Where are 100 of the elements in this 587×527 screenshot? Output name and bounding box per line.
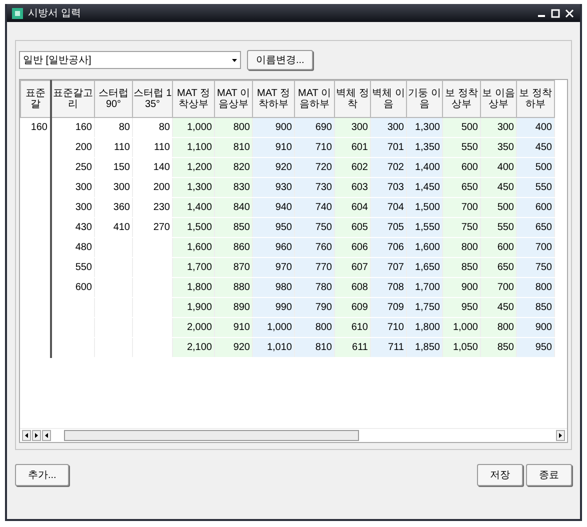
table-cell: 770 <box>294 258 334 278</box>
table-cell: 1,200 <box>172 158 214 178</box>
maximize-icon[interactable] <box>551 8 560 18</box>
column-header[interactable]: MAT 이음하부 <box>294 80 334 118</box>
table-cell: 1,000 <box>172 118 214 138</box>
table-cell: 900 <box>516 318 554 338</box>
table-cell: 960 <box>252 238 294 258</box>
column-header[interactable]: 보 정착하부 <box>516 80 554 118</box>
scroll-right-button[interactable] <box>556 430 565 441</box>
table-cell <box>50 298 94 318</box>
close-icon[interactable] <box>565 8 574 18</box>
scroll-thumb[interactable] <box>64 430 359 441</box>
table-cell: 700 <box>480 278 516 298</box>
table-cell: 730 <box>294 178 334 198</box>
table-cell: 701 <box>370 138 406 158</box>
table-cell: 1,600 <box>406 238 442 258</box>
column-header[interactable]: 벽체 이음 <box>370 80 406 118</box>
table-cell: 610 <box>334 318 370 338</box>
table-cell: 850 <box>516 298 554 318</box>
table-cell: 690 <box>294 118 334 138</box>
scroll-left-button[interactable] <box>42 430 51 441</box>
table-cell: 800 <box>214 118 252 138</box>
table-cell: 601 <box>334 138 370 158</box>
table-cell: 700 <box>442 198 480 218</box>
table-cell: 740 <box>294 198 334 218</box>
table-cell: 650 <box>442 178 480 198</box>
table-cell: 150 <box>94 158 132 178</box>
table-cell: 760 <box>294 238 334 258</box>
table-cell: 1,400 <box>172 198 214 218</box>
table-cell: 1,600 <box>172 238 214 258</box>
table-cell: 890 <box>214 298 252 318</box>
column-header[interactable]: 보 이음상부 <box>480 80 516 118</box>
table-cell: 1,300 <box>172 178 214 198</box>
table-cell: 711 <box>370 338 406 358</box>
table-cell: 709 <box>370 298 406 318</box>
table-cell: 710 <box>294 138 334 158</box>
column-header[interactable]: MAT 정착하부 <box>252 80 294 118</box>
table-cell: 700 <box>516 238 554 258</box>
table-cell: 1,700 <box>406 278 442 298</box>
save-button[interactable]: 저장 <box>477 464 523 486</box>
table-cell: 550 <box>516 178 554 198</box>
table-cell: 609 <box>334 298 370 318</box>
table-cell: 1,000 <box>252 318 294 338</box>
table-cell: 1,900 <box>172 298 214 318</box>
caret-icon <box>232 58 237 62</box>
column-header[interactable]: 표준갈 <box>20 80 50 118</box>
table-cell: 2,100 <box>172 338 214 358</box>
table-cell: 500 <box>516 158 554 178</box>
table-cell: 810 <box>214 138 252 158</box>
table-cell: 350 <box>480 138 516 158</box>
table-cell: 300 <box>334 118 370 138</box>
table-cell: 300 <box>370 118 406 138</box>
table-cell: 450 <box>480 298 516 318</box>
table-cell: 704 <box>370 198 406 218</box>
column-header[interactable]: MAT 정착상부 <box>172 80 214 118</box>
table-cell: 850 <box>480 338 516 358</box>
table-cell: 550 <box>480 218 516 238</box>
preset-dropdown[interactable]: 일반 [일반공사] <box>19 51 241 69</box>
add-button[interactable]: 추가... <box>15 464 70 486</box>
close-button[interactable]: 종료 <box>526 464 572 486</box>
table-cell: 810 <box>294 338 334 358</box>
scroll-right-button[interactable] <box>32 430 41 441</box>
table-cell: 1,400 <box>406 158 442 178</box>
table-cell: 950 <box>442 298 480 318</box>
table-cell: 860 <box>214 238 252 258</box>
table-cell: 500 <box>480 198 516 218</box>
table-cell: 990 <box>252 298 294 318</box>
table-cell: 1,800 <box>406 318 442 338</box>
table-cell: 550 <box>442 138 480 158</box>
column-header[interactable]: 스터럽 90° <box>94 80 132 118</box>
table-cell: 910 <box>252 138 294 158</box>
column-header[interactable]: 기둥 이음 <box>406 80 442 118</box>
column-header[interactable]: 스터럽 135° <box>132 80 172 118</box>
table-cell: 830 <box>214 178 252 198</box>
table-cell: 1,300 <box>406 118 442 138</box>
table-cell: 900 <box>442 278 480 298</box>
table-cell: 200 <box>50 138 94 158</box>
table-cell: 400 <box>480 158 516 178</box>
table-cell: 750 <box>442 218 480 238</box>
table-cell: 980 <box>252 278 294 298</box>
column-header[interactable]: MAT 이음상부 <box>214 80 252 118</box>
column-header[interactable]: 벽체 정착 <box>334 80 370 118</box>
table-cell: 80 <box>94 118 132 138</box>
column-header[interactable]: 보 정착상부 <box>442 80 480 118</box>
table-cell: 870 <box>214 258 252 278</box>
table-cell: 300 <box>94 178 132 198</box>
table-cell: 707 <box>370 258 406 278</box>
table-cell: 650 <box>480 258 516 278</box>
table-cell: 600 <box>442 158 480 178</box>
table-cell: 600 <box>480 238 516 258</box>
table-cell: 410 <box>94 218 132 238</box>
scroll-left-button[interactable] <box>22 430 31 441</box>
table-cell <box>50 318 94 338</box>
rename-button[interactable]: 이름변경... <box>247 50 314 70</box>
table-cell: 500 <box>442 118 480 138</box>
table-cell: 1,450 <box>406 178 442 198</box>
table-cell: 1,350 <box>406 138 442 158</box>
left-arrow-icon <box>45 433 48 438</box>
column-header[interactable]: 표준갈고리 <box>50 80 94 118</box>
table-cell: 450 <box>480 178 516 198</box>
